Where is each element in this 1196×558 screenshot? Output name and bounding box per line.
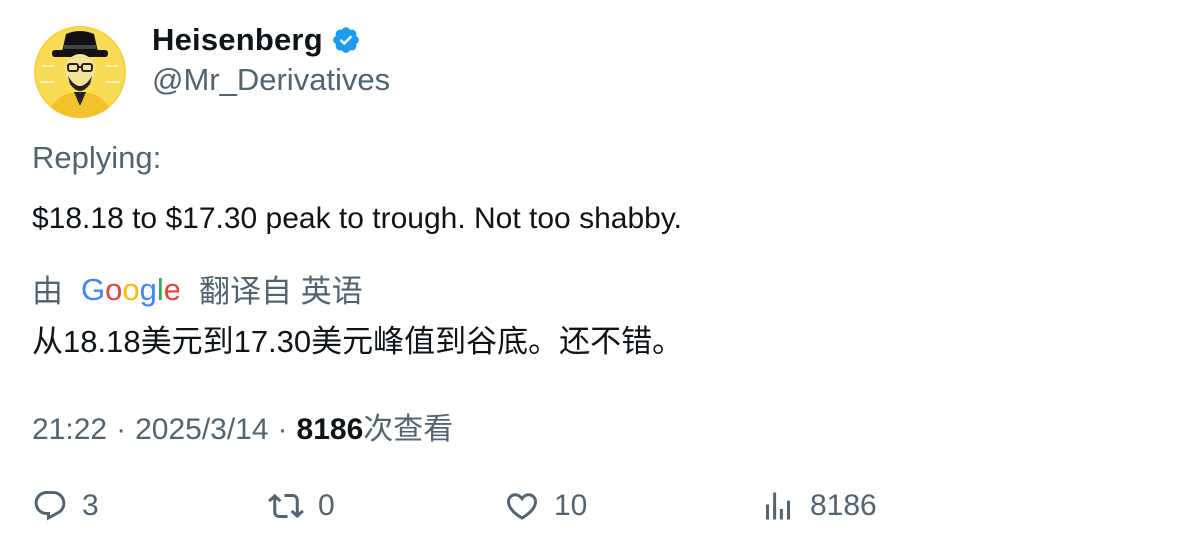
tweet-time[interactable]: 21:22: [32, 413, 107, 447]
author-name-row: Heisenberg: [152, 22, 361, 58]
like-button[interactable]: 10: [504, 488, 587, 524]
views-count: 8186: [296, 413, 364, 446]
like-count: 10: [554, 489, 588, 522]
meta-separator: ·: [116, 413, 127, 446]
meta-separator: ·: [277, 413, 288, 446]
translated-by-label: 由: [32, 274, 63, 309]
author-name[interactable]: Heisenberg: [152, 22, 323, 58]
tweet-meta: 21:22 · 2025/3/14 · 8186 次查看: [32, 404, 453, 448]
tweet-date[interactable]: 2025/3/14: [135, 413, 268, 447]
replying-label: Replying:: [32, 140, 162, 175]
google-logo: Google: [81, 269, 179, 309]
bar-chart-icon: [766, 492, 790, 520]
views-action-count: 8186: [810, 489, 877, 522]
retweet-button[interactable]: 0: [268, 488, 335, 524]
author-handle[interactable]: @Mr_Derivatives: [152, 62, 390, 98]
retweet-icon: [268, 493, 304, 519]
reply-count: 3: [82, 489, 99, 522]
google-logo-text: Google: [81, 272, 179, 307]
avatar[interactable]: [34, 26, 126, 118]
views-label: 次查看: [363, 413, 454, 446]
retweet-count: 0: [318, 489, 335, 522]
heart-icon: [506, 493, 538, 520]
reply-button[interactable]: 3: [32, 488, 99, 524]
translated-from-label[interactable]: 翻译自 英语: [199, 266, 363, 311]
action-bar: 3 0 10 8186: [0, 488, 1196, 538]
translation-attribution: 由 Google 翻译自 英语: [32, 266, 363, 311]
tweet-text: $18.18 to $17.30 peak to trough. Not too…: [32, 202, 682, 235]
views-button[interactable]: 8186: [760, 488, 877, 524]
reply-icon: [34, 491, 66, 521]
translated-text: 从18.18美元到17.30美元峰值到谷底。还不错。: [32, 324, 684, 359]
avatar-image: [34, 26, 126, 118]
verified-badge-icon: [331, 25, 361, 55]
